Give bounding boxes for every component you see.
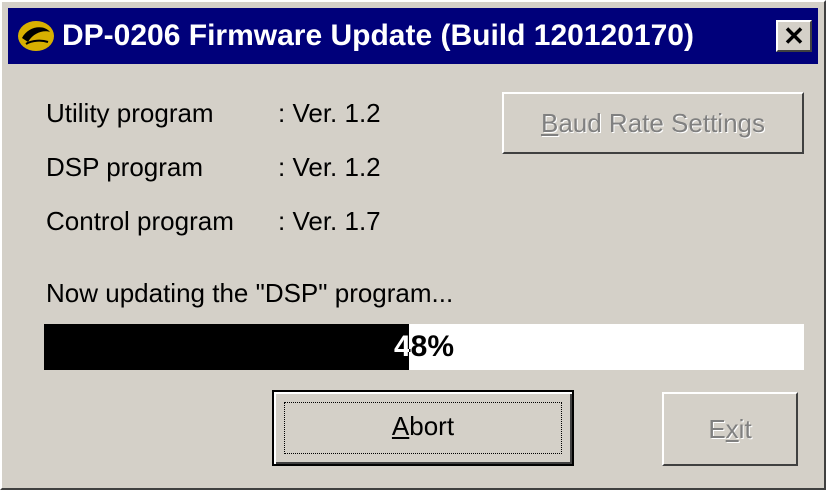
utility-program-label: Utility program: [46, 98, 214, 128]
progress-percent-inverse: 48%: [44, 324, 409, 370]
close-icon: ✕: [783, 21, 805, 51]
control-program-version: : Ver. 1.7: [278, 206, 381, 236]
exit-button[interactable]: Exit: [662, 392, 798, 466]
progress-percent-inverse-text: 48%: [393, 330, 409, 363]
utility-program-version: : Ver. 1.2: [278, 98, 381, 128]
firmware-update-dialog: DP-0206 Firmware Update (Build 120120170…: [0, 0, 826, 490]
baud-button-accel: B: [540, 108, 559, 138]
progress-bar: 48% 48%: [44, 324, 804, 370]
app-logo-icon: [16, 18, 56, 54]
abort-button-rest: bort: [409, 411, 455, 441]
window-title: DP-0206 Firmware Update (Build 120120170…: [62, 19, 694, 52]
exit-button-rest: it: [738, 414, 752, 444]
exit-button-prefix: E: [708, 414, 726, 444]
abort-button-accel: A: [391, 411, 410, 441]
dsp-program-version: : Ver. 1.2: [278, 152, 381, 182]
title-bar[interactable]: DP-0206 Firmware Update (Build 120120170…: [8, 8, 818, 64]
control-program-label: Control program: [46, 206, 234, 236]
status-message: Now updating the "DSP" program...: [46, 278, 454, 308]
dsp-program-label: DSP program: [46, 152, 204, 182]
abort-button[interactable]: Abort: [272, 390, 574, 466]
baud-button-rest: aud Rate Settings: [558, 108, 766, 138]
baud-rate-settings-button[interactable]: Baud Rate Settings: [502, 92, 804, 154]
exit-button-accel: x: [725, 414, 739, 444]
close-button[interactable]: ✕: [776, 20, 812, 52]
